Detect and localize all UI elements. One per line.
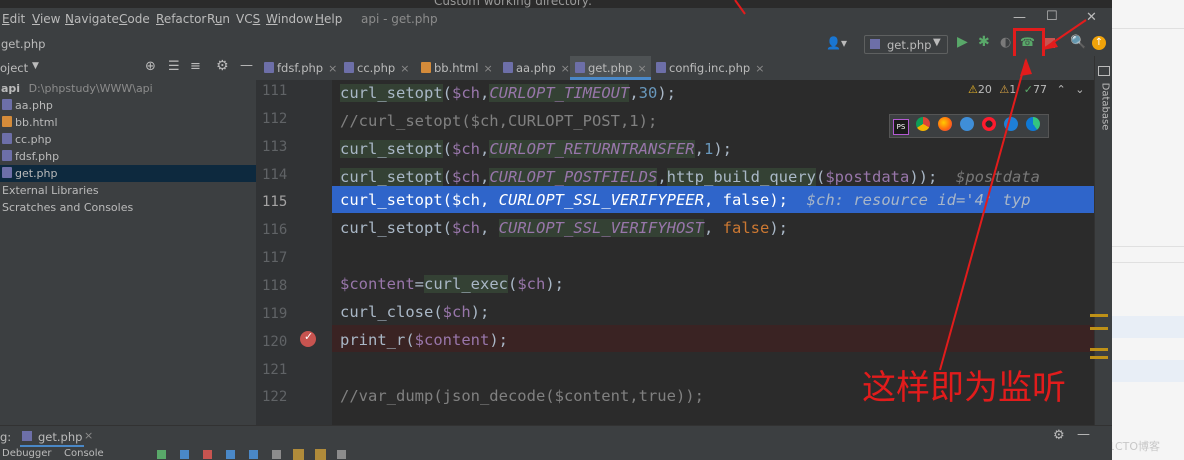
annotation-text: 这样即为监听 [862, 368, 1066, 408]
annotation-arrow-head [1020, 58, 1032, 76]
annotation-arrow-fragment [734, 0, 746, 15]
annotation-arrow-line [939, 59, 1027, 371]
